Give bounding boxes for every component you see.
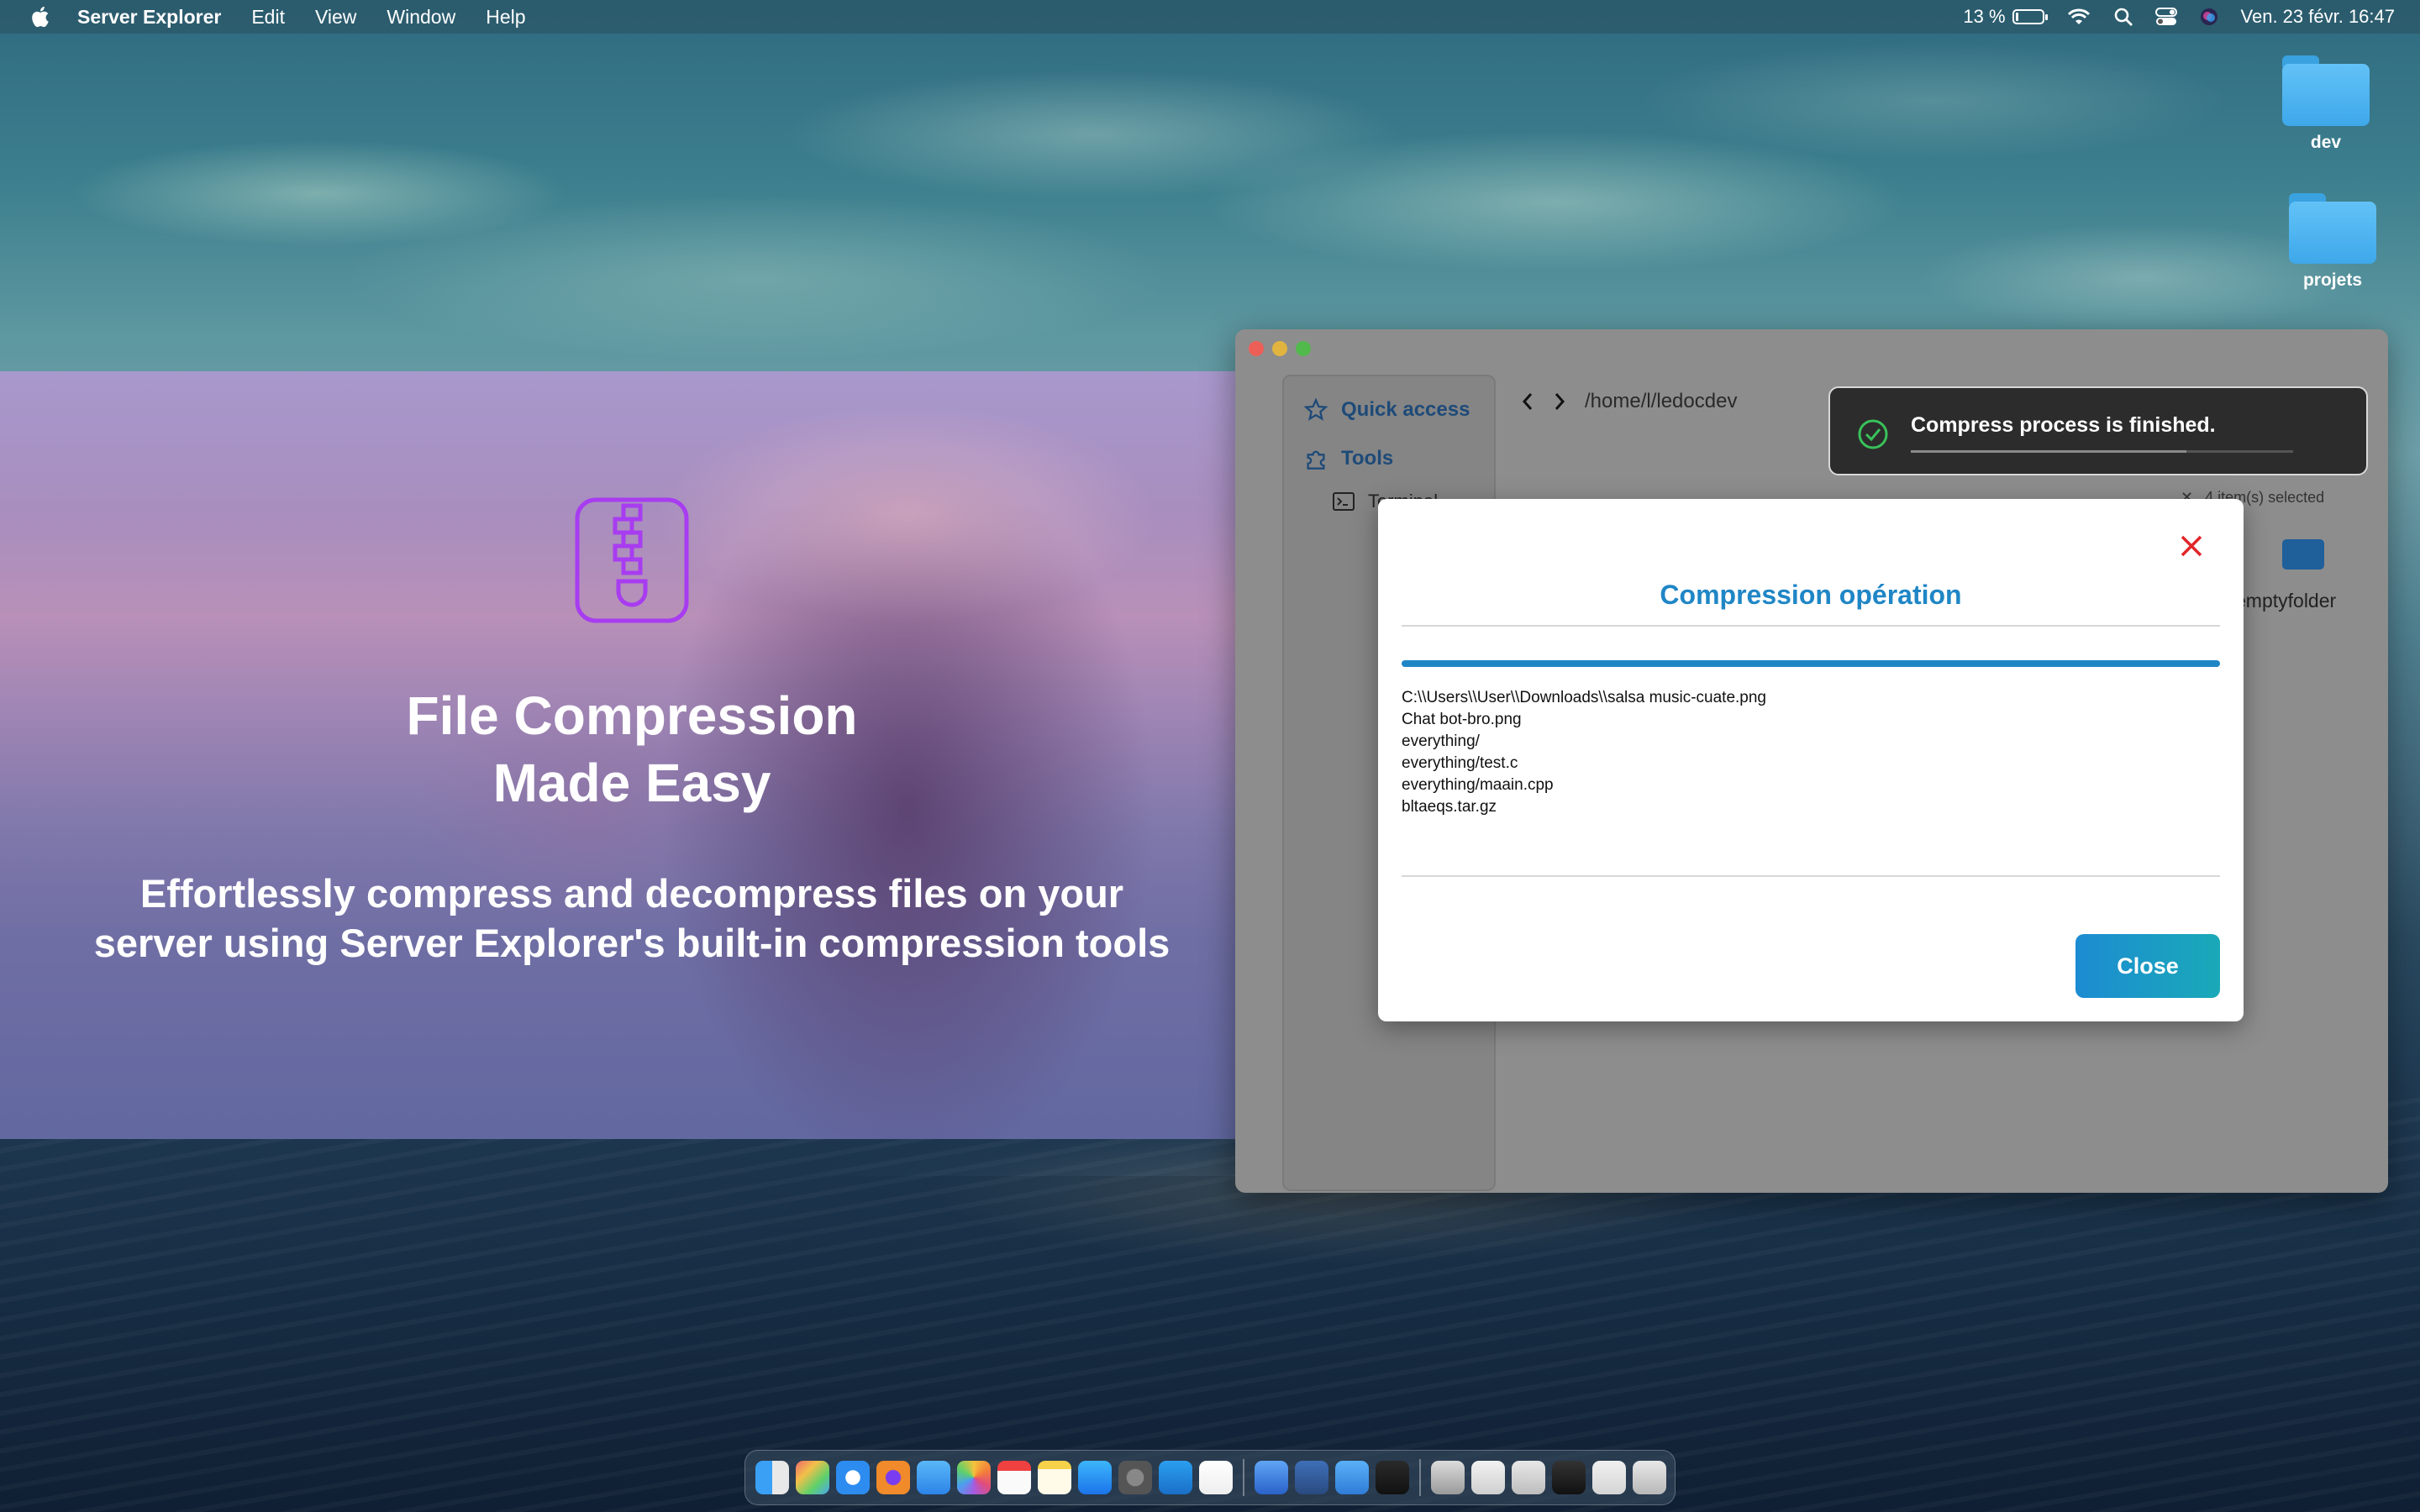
menu-bar: Server Explorer Edit View Window Help 13… [0,0,2420,34]
dock-app-preview-icon[interactable] [1335,1461,1369,1494]
promo-title: File Compression Made Easy [0,682,1264,816]
dock-app-vscode-icon[interactable] [1159,1461,1192,1494]
puzzle-icon [1307,450,1325,470]
desktop-folder-projets[interactable]: projets [2274,193,2391,291]
compression-progress-bar [1402,660,2220,667]
file-list-item: C:\\Users\\User\\Downloads\\salsa music-… [1402,689,1766,706]
folder-icon [2282,539,2324,570]
dock-app-window-4-icon[interactable] [1592,1461,1626,1494]
dock-app-notes-icon[interactable] [1038,1461,1071,1494]
dock-app-system-settings-icon[interactable] [1118,1461,1152,1494]
dock-app-window-3-icon[interactable] [1552,1461,1586,1494]
dock-app-finder-icon[interactable] [755,1461,789,1494]
menu-window[interactable]: Window [387,6,455,29]
close-button[interactable]: Close [2075,934,2220,998]
control-center-icon[interactable] [2154,7,2177,27]
toast-progress-fill [1911,450,2186,453]
window-minimize-button[interactable] [1272,341,1287,356]
promo-title-line-2: Made Easy [492,753,771,813]
promo-subtitle: Effortlessly compress and decompress fil… [93,871,1171,965]
window-close-button[interactable] [1249,341,1264,356]
dock-app-trash-icon[interactable] [1633,1461,1666,1494]
dialog-title: Compression opération [1660,580,1962,610]
dock-app-calendar-icon[interactable] [997,1461,1031,1494]
promo-glow [655,405,1160,623]
success-check-icon [1858,419,1888,449]
file-list: C:\\Users\\User\\Downloads\\salsa music-… [1402,687,1766,818]
compression-dialog: Compression opération C:\\Users\\User\\D… [1378,499,2244,1021]
sidebar-item-tools[interactable]: Tools [1304,447,1393,470]
desktop-folder-label: dev [2310,133,2342,152]
terminal-icon [1333,492,1355,511]
window-zoom-button[interactable] [1296,341,1311,356]
desktop-folder-dev[interactable]: dev [2267,55,2385,153]
star-icon [1304,398,1328,421]
file-list-item: everything/test.c [1402,754,1518,772]
toast-progress-bar [1911,450,2293,453]
file-list-item: bltaeqs.tar.gz [1402,798,1497,816]
close-icon[interactable] [2178,533,2205,559]
dock-separator [1419,1459,1421,1496]
compression-progress-fill [1402,660,2220,667]
sidebar-item-quick-access[interactable]: Quick access [1304,398,1470,422]
wifi-icon[interactable] [2066,8,2091,26]
dock [744,1450,1676,1505]
battery-percent: 13 % [1963,6,2006,27]
sidebar-item-label: Quick access [1341,398,1470,421]
toast-notification: Compress process is finished. [1828,386,2368,475]
back-chevron-icon[interactable] [1521,392,1534,411]
spotlight-search-icon[interactable] [2113,7,2133,27]
path-bar: /home/l/ledocdev [1521,390,1737,413]
folder-icon [2282,55,2370,126]
dock-app-safari-icon[interactable] [836,1461,870,1494]
file-list-item: everything/ [1402,732,1480,750]
toast-message: Compress process is finished. [1911,413,2216,437]
zip-file-icon [575,497,689,623]
dock-app-server-explorer-icon[interactable] [1295,1461,1328,1494]
dock-app-photos-icon[interactable] [957,1461,991,1494]
forward-chevron-icon[interactable] [1553,392,1566,411]
divider [1402,875,2220,877]
menu-view[interactable]: View [315,6,356,29]
file-list-item: everything/maain.cpp [1402,776,1554,794]
dock-app-xcode-icon[interactable] [1255,1461,1288,1494]
current-path[interactable]: /home/l/ledocdev [1585,390,1737,413]
dock-app-notion-icon[interactable] [1199,1461,1233,1494]
siri-icon[interactable] [2199,7,2219,27]
divider [1402,625,2220,627]
dock-app-terminal-icon[interactable] [1376,1461,1409,1494]
folder-item-emptyfolder[interactable]: emptyfolder [2235,539,2336,612]
promo-card: File Compression Made Easy Effortlessly … [0,371,1264,1139]
battery-fill [2015,13,2019,21]
menu-clock[interactable]: Ven. 23 févr. 16:47 [2241,6,2395,28]
dock-separator [1243,1459,1244,1496]
dock-app-mail-icon[interactable] [917,1461,950,1494]
dock-app-window-2-icon[interactable] [1512,1461,1545,1494]
desktop-folder-label: projets [2302,270,2362,290]
battery-icon [2012,9,2048,24]
dock-app-firefox-icon[interactable] [876,1461,910,1494]
dock-app-finder-window-icon[interactable] [1431,1461,1465,1494]
folder-item-label: emptyfolder [2235,590,2337,612]
promo-title-line-1: File Compression [406,685,858,746]
menu-edit[interactable]: Edit [251,6,285,29]
sidebar-item-label: Tools [1341,447,1394,470]
dock-app-window-1-icon[interactable] [1471,1461,1505,1494]
menu-app-name[interactable]: Server Explorer [77,6,221,29]
menu-bar-status-area: 13 % Ven. 23 févr. 16:47 [1963,0,2395,34]
dock-app-launchpad-icon[interactable] [796,1461,829,1494]
file-list-item: Chat bot-bro.png [1402,711,1522,728]
menu-help[interactable]: Help [486,6,525,29]
battery-status[interactable]: 13 % [1963,6,2048,28]
folder-icon [2289,193,2376,264]
apple-logo-icon[interactable] [29,5,50,29]
dock-app-app-store-icon[interactable] [1078,1461,1112,1494]
